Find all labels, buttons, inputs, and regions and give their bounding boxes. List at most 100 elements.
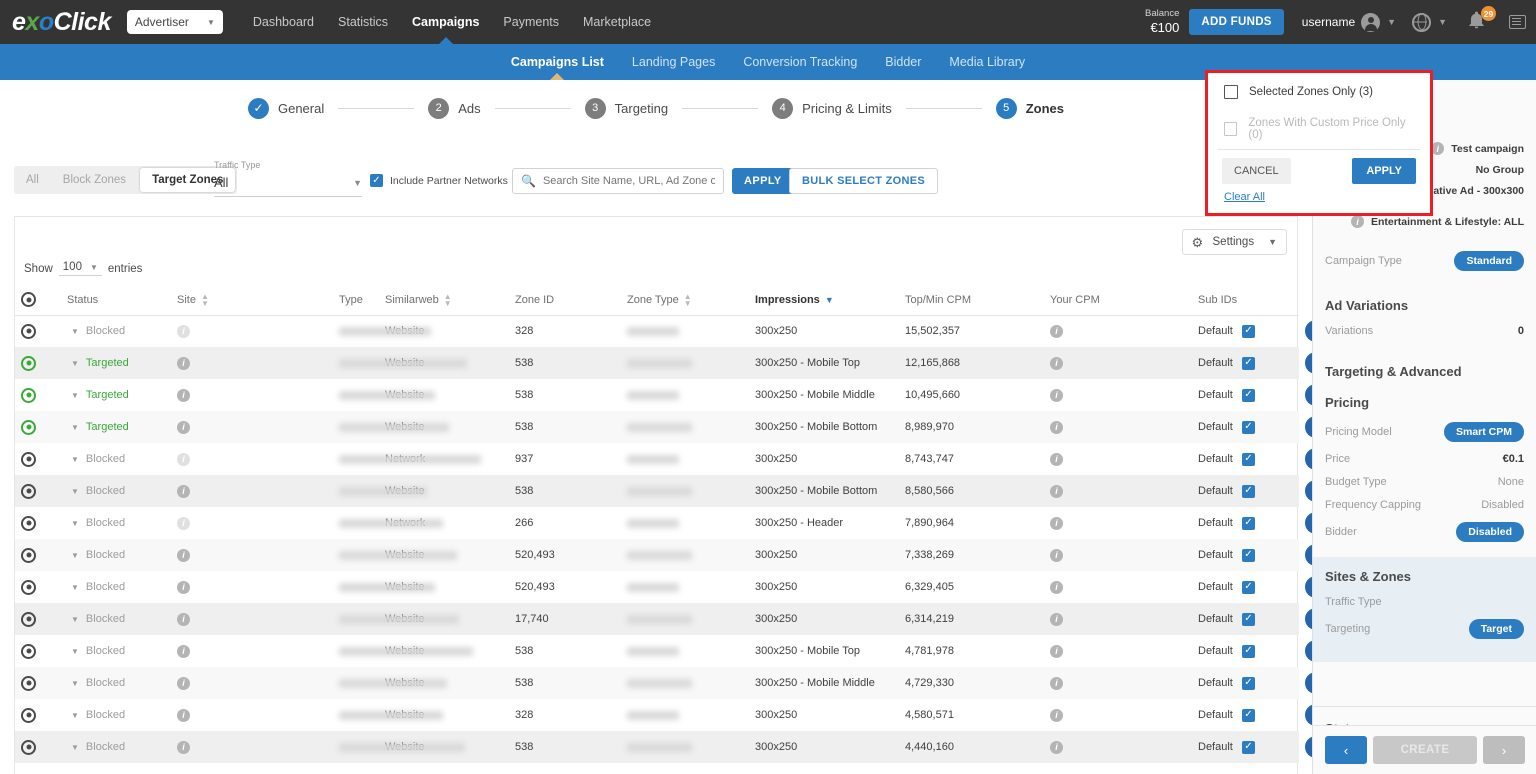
- subnav-item-campaigns-list[interactable]: Campaigns List: [497, 44, 618, 80]
- table-row[interactable]: ▼BlockediWebsite520,493300x2506,329,405i…: [15, 571, 1299, 603]
- info-icon[interactable]: i: [177, 325, 190, 338]
- th-type[interactable]: Type: [333, 285, 379, 315]
- previous-step-button[interactable]: ‹: [1325, 736, 1367, 764]
- chevron-down-icon[interactable]: ▼: [71, 327, 79, 336]
- zones-search-box[interactable]: 🔍: [512, 168, 724, 194]
- chevron-down-icon[interactable]: ▼: [71, 679, 79, 688]
- table-row[interactable]: ▼BlockediWebsite538300x2504,440,160iDefa…: [15, 731, 1299, 763]
- th-zone-id[interactable]: Zone ID: [509, 285, 621, 315]
- your-cpm-checkbox[interactable]: ✓: [1242, 613, 1255, 626]
- chevron-down-icon[interactable]: ▼: [71, 647, 79, 656]
- selected-zones-only-checkbox[interactable]: [1224, 85, 1238, 99]
- nav-item-campaigns[interactable]: Campaigns: [400, 0, 491, 44]
- subnav-item-landing-pages[interactable]: Landing Pages: [618, 44, 729, 80]
- info-icon[interactable]: i: [1431, 142, 1444, 155]
- row-target-toggle[interactable]: [15, 507, 61, 539]
- info-icon[interactable]: i: [177, 741, 190, 754]
- popup-apply-button[interactable]: APPLY: [1352, 158, 1416, 184]
- info-icon[interactable]: i: [177, 517, 190, 530]
- row-target-toggle[interactable]: [15, 315, 61, 347]
- step-targeting[interactable]: 3 Targeting: [585, 98, 668, 119]
- row-target-toggle[interactable]: [15, 571, 61, 603]
- info-icon[interactable]: i: [177, 645, 190, 658]
- your-cpm-checkbox[interactable]: ✓: [1242, 325, 1255, 338]
- create-campaign-button[interactable]: CREATE: [1373, 736, 1477, 764]
- your-cpm-checkbox[interactable]: ✓: [1242, 709, 1255, 722]
- your-cpm-checkbox[interactable]: ✓: [1242, 357, 1255, 370]
- info-icon[interactable]: i: [177, 421, 190, 434]
- segment-block-zones[interactable]: Block Zones: [51, 166, 138, 194]
- row-target-toggle[interactable]: [15, 635, 61, 667]
- your-cpm-checkbox[interactable]: ✓: [1242, 389, 1255, 402]
- language-chevron-down-icon[interactable]: ▼: [1438, 17, 1447, 27]
- nav-item-dashboard[interactable]: Dashboard: [241, 0, 326, 44]
- info-icon[interactable]: i: [1050, 517, 1063, 530]
- info-icon[interactable]: i: [1050, 549, 1063, 562]
- table-row[interactable]: ▼BlockediWebsite538300x250 - Mobile Midd…: [15, 667, 1299, 699]
- row-target-toggle[interactable]: [15, 667, 61, 699]
- entries-count-select[interactable]: 100 ▼: [59, 261, 102, 276]
- th-similarweb[interactable]: Similarweb▲▼: [379, 285, 509, 315]
- your-cpm-checkbox[interactable]: ✓: [1242, 453, 1255, 466]
- account-type-dropdown[interactable]: Advertiser ▼: [127, 10, 223, 34]
- traffic-type-select[interactable]: Traffic Type All ▼: [214, 160, 362, 197]
- row-target-toggle[interactable]: [15, 379, 61, 411]
- info-icon[interactable]: i: [177, 709, 190, 722]
- next-step-button[interactable]: ›: [1483, 736, 1525, 764]
- info-icon[interactable]: i: [177, 581, 190, 594]
- info-icon[interactable]: i: [1050, 325, 1063, 338]
- chevron-down-icon[interactable]: ▼: [71, 391, 79, 400]
- table-row[interactable]: ▼TargetediWebsite538300x250 - Mobile Mid…: [15, 379, 1299, 411]
- chevron-down-icon[interactable]: ▼: [71, 743, 79, 752]
- table-row[interactable]: ▼BlockediWebsite328300x2504,580,571iDefa…: [15, 699, 1299, 731]
- table-row[interactable]: ▼BlockediWebsite538300x250 - Mobile Top4…: [15, 635, 1299, 667]
- messages-icon[interactable]: [1509, 15, 1526, 29]
- user-avatar-icon[interactable]: [1361, 13, 1380, 32]
- your-cpm-checkbox[interactable]: ✓: [1242, 485, 1255, 498]
- row-target-toggle[interactable]: [15, 699, 61, 731]
- info-icon[interactable]: i: [1050, 645, 1063, 658]
- chevron-down-icon[interactable]: ▼: [71, 487, 79, 496]
- table-row[interactable]: ▼TargetediWebsite538300x250 - Mobile Bot…: [15, 411, 1299, 443]
- th-impressions[interactable]: Impressions▼: [749, 285, 899, 315]
- chevron-down-icon[interactable]: ▼: [71, 359, 79, 368]
- step-pricing-limits[interactable]: 4 Pricing & Limits: [772, 98, 892, 119]
- info-icon[interactable]: i: [1050, 421, 1063, 434]
- popup-cancel-button[interactable]: CANCEL: [1222, 158, 1291, 184]
- nav-item-statistics[interactable]: Statistics: [326, 0, 400, 44]
- info-icon[interactable]: i: [177, 453, 190, 466]
- search-input[interactable]: [543, 175, 715, 187]
- chevron-down-icon[interactable]: ▼: [71, 583, 79, 592]
- info-icon[interactable]: i: [1050, 741, 1063, 754]
- chevron-down-icon[interactable]: ▼: [71, 711, 79, 720]
- info-icon[interactable]: i: [1050, 485, 1063, 498]
- globe-icon[interactable]: [1412, 13, 1431, 32]
- info-icon[interactable]: i: [177, 549, 190, 562]
- user-menu-chevron-down-icon[interactable]: ▼: [1387, 17, 1396, 27]
- notifications-bell[interactable]: 29: [1467, 11, 1489, 33]
- row-target-toggle[interactable]: [15, 603, 61, 635]
- subnav-item-conversion-tracking[interactable]: Conversion Tracking: [729, 44, 871, 80]
- apply-filter-button[interactable]: APPLY: [732, 168, 794, 194]
- add-funds-button[interactable]: ADD FUNDS: [1189, 9, 1283, 35]
- nav-item-payments[interactable]: Payments: [491, 0, 571, 44]
- th-site[interactable]: Site▲▼: [171, 285, 333, 315]
- your-cpm-checkbox[interactable]: ✓: [1242, 549, 1255, 562]
- th-status[interactable]: Status: [61, 285, 171, 315]
- table-row[interactable]: ▼BlockediWebsite17,740300x2506,314,219iD…: [15, 603, 1299, 635]
- your-cpm-checkbox[interactable]: ✓: [1242, 581, 1255, 594]
- table-row[interactable]: ▼BlockediWebsite520,493300x2507,338,269i…: [15, 539, 1299, 571]
- info-icon[interactable]: i: [1050, 389, 1063, 402]
- chevron-down-icon[interactable]: ▼: [71, 455, 79, 464]
- chevron-down-icon[interactable]: ▼: [71, 551, 79, 560]
- info-icon[interactable]: i: [1050, 581, 1063, 594]
- info-icon[interactable]: i: [1050, 453, 1063, 466]
- subnav-item-bidder[interactable]: Bidder: [871, 44, 935, 80]
- chevron-down-icon[interactable]: ▼: [71, 423, 79, 432]
- table-row[interactable]: ▼BlockediWebsite538300x250 - Mobile Bott…: [15, 475, 1299, 507]
- segment-all[interactable]: All: [14, 166, 51, 194]
- your-cpm-checkbox[interactable]: ✓: [1242, 741, 1255, 754]
- row-target-toggle[interactable]: [15, 475, 61, 507]
- info-icon[interactable]: i: [177, 677, 190, 690]
- nav-item-marketplace[interactable]: Marketplace: [571, 0, 663, 44]
